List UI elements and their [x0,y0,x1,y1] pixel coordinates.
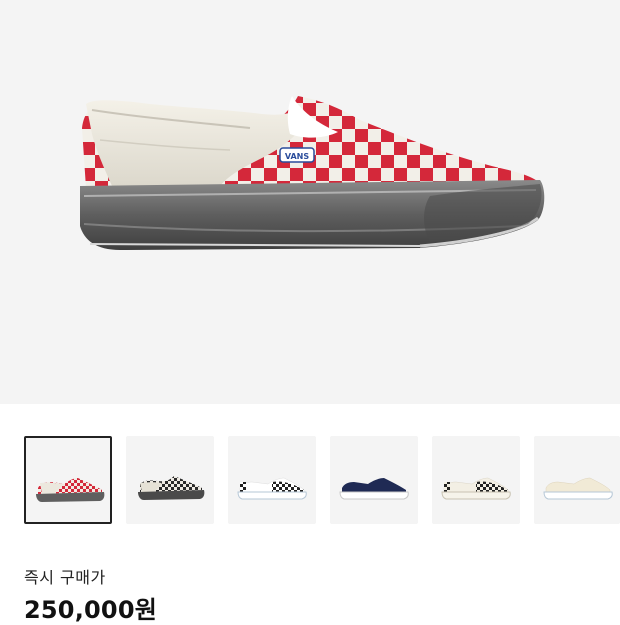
white-black-checker-slip-on-thumbnail [237,477,307,500]
thumbnail-4[interactable] [330,436,418,524]
black-checker-slip-on-thumbnail [138,476,205,500]
thumbnail-5[interactable] [432,436,520,524]
svg-text:VANS: VANS [285,152,310,161]
red-checker-slip-on-thumbnail [36,478,105,502]
thumbnail-3[interactable] [228,436,316,524]
slip-on-shoe-image: VANS [80,96,545,250]
cream-slip-on-thumbnail [543,477,613,500]
thumbnail-1[interactable] [24,436,112,524]
navy-slip-on-thumbnail [339,478,409,500]
product-hero-image: VANS [0,0,620,404]
thumbnail-2[interactable] [126,436,214,524]
cream-checker-slip-on-thumbnail [441,477,511,500]
thumbnail-strip [0,436,620,524]
thumbnail-6[interactable] [534,436,620,524]
instant-buy-price-label: 즉시 구매가 [24,568,106,587]
